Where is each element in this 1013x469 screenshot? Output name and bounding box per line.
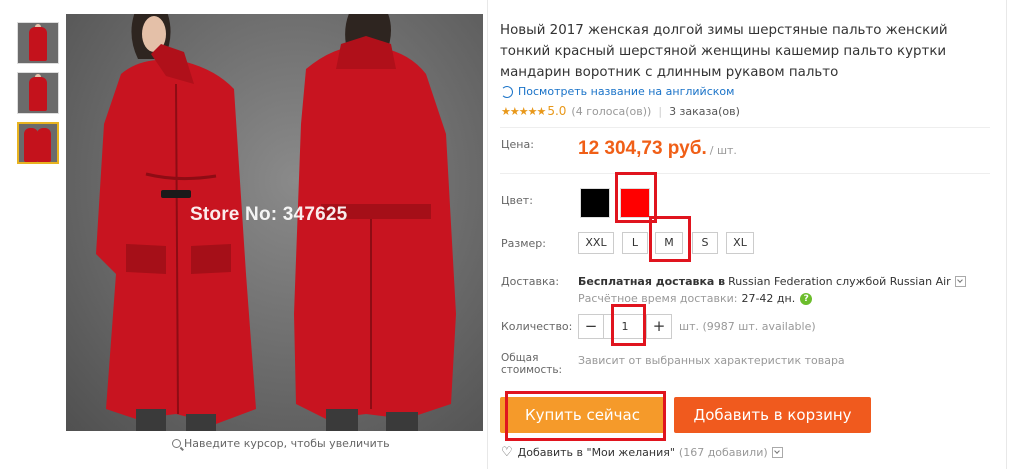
product-title: Новый 2017 женская долгой зимы шерстяные… [500,23,948,80]
size-label: Размер: [501,237,546,250]
add-to-cart-button[interactable]: Добавить в корзину [674,397,871,433]
size-option-s[interactable]: S [692,232,718,254]
rating-value: 5.0 [547,104,567,118]
rating-separator: | [658,104,663,118]
color-label: Цвет: [501,194,533,207]
price-amount: 12 304,73 руб. [578,138,707,159]
quantity-label: Количество: [501,320,573,333]
zoom-hint: Наведите курсор, чтобы увеличить [172,437,390,450]
thumbnail-coat [29,77,47,111]
shipping-method[interactable]: Бесплатная доставка в Russian Federation… [578,275,966,288]
shipping-destination: Russian Federation службой Russian Air [728,275,951,288]
translate-icon [501,85,513,98]
zoom-hint-text: Наведите курсор, чтобы увеличить [184,437,390,450]
thumbnail-coat [29,27,47,61]
panel-divider-right [1006,0,1007,469]
orders-count: 3 заказа(ов) [669,104,740,118]
quantity-input[interactable]: 1 [603,315,647,338]
color-swatch-red[interactable] [620,188,650,218]
quantity-decrease-button[interactable]: − [579,315,603,338]
store-watermark: Store No: 347625 [190,204,348,225]
total-label-line1: Общая [501,352,539,364]
thumbnail-coat [36,128,51,162]
total-price-value: Зависит от выбранных характеристик товар… [578,354,845,367]
thumbnail-2[interactable] [17,72,59,114]
thumbnail-strip [17,22,59,172]
delivery-time-value: 27-42 дн. [741,292,796,305]
shipping-label: Доставка: [501,275,560,288]
quantity-available: шт. (9987 шт. available) [679,320,816,333]
rating-votes-link[interactable]: (4 голоса(ов)) [571,105,651,118]
help-icon[interactable]: ? [800,292,813,305]
price-label: Цена: [501,138,534,151]
price-unit: / шт. [709,144,737,157]
price-value: 12 304,73 руб. / шт. [578,138,737,160]
delivery-time: Расчётное время доставки: 27-42 дн. ? [578,292,813,305]
color-swatch-black[interactable] [580,188,610,218]
chevron-down-icon[interactable] [954,276,966,287]
magnifier-icon [172,439,181,448]
divider [500,173,990,174]
main-product-image[interactable]: Store No: 347625 [66,14,483,431]
chevron-down-icon[interactable] [771,447,783,458]
free-shipping-text: Бесплатная доставка в [578,275,726,288]
heart-icon: ♡ [501,445,513,460]
size-option-xxl[interactable]: XXL [578,232,614,254]
wishlist-count: (167 добавили) [678,446,768,459]
translate-title-link[interactable]: Посмотреть название на английском [501,85,734,98]
panel-divider [487,0,488,469]
translate-link-text: Посмотреть название на английском [518,85,735,98]
quantity-increase-button[interactable]: + [647,315,671,338]
thumbnail-1[interactable] [17,22,59,64]
size-option-m[interactable]: M [655,232,683,254]
rating-stars-icon: ★★★★★ [501,104,546,118]
divider [500,127,990,128]
quantity-stepper: − 1 + [578,314,672,339]
size-option-xl[interactable]: XL [726,232,754,254]
total-price-label: Общая стоимость: [501,352,562,376]
delivery-time-label: Расчётное время доставки: [578,292,738,305]
rating-row: ★★★★★ 5.0 (4 голоса(ов)) | 3 заказа(ов) [501,104,740,118]
size-option-l[interactable]: L [622,232,648,254]
total-label-line2: стоимость: [501,364,563,376]
wishlist-text: Добавить в "Мои желания" [517,446,675,459]
add-to-wishlist[interactable]: ♡ Добавить в "Мои желания" (167 добавили… [501,445,783,460]
thumbnail-3[interactable] [17,122,59,164]
buy-now-button[interactable]: Купить сейчас [500,397,665,433]
